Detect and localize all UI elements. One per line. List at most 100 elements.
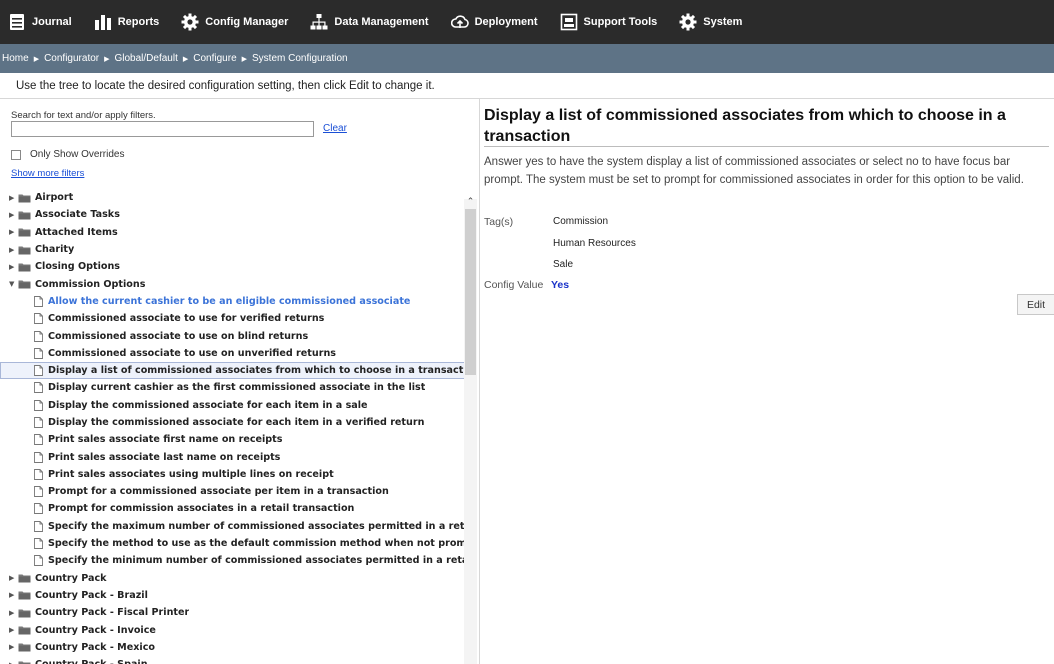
tree-setting-label: Prompt for commission associates in a re… [48,503,355,515]
caret-right-icon[interactable]: ▶ [9,661,18,664]
caret-right-icon[interactable]: ▶ [9,263,18,271]
nav-journal[interactable]: Journal [8,0,72,44]
breadcrumb-home[interactable]: Home [2,53,29,64]
clear-link[interactable]: Clear [323,123,347,134]
document-icon [34,399,43,411]
tree-category-country-pack-fiscal-printer[interactable]: ▶ Country Pack - Fiscal Printer [0,604,477,621]
edit-button[interactable]: Edit [1017,294,1054,315]
caret-right-icon[interactable]: ▶ [9,609,18,617]
tree-category-label: Commission Options [35,278,146,290]
document-icon [34,538,43,550]
tree-category-country-pack-brazil[interactable]: ▶ Country Pack - Brazil [0,587,477,604]
tree-category-label: Country Pack - Brazil [35,589,148,601]
tree-category-closing-options[interactable]: ▶ Closing Options [0,258,477,275]
caret-right-icon[interactable]: ▶ [9,194,18,202]
breadcrumb-global-default[interactable]: Global/Default [115,53,178,64]
caret-right-icon[interactable]: ▶ [9,228,18,236]
search-label: Search for text and/or apply filters. [11,110,156,121]
document-icon [34,503,43,515]
tree-category-country-pack-invoice[interactable]: ▶ Country Pack - Invoice [0,621,477,638]
tree-setting-item[interactable]: Prompt for commission associates in a re… [0,500,477,517]
tag-commission: Commission [553,216,609,227]
tree-category-commission-options[interactable]: ▼ Commission Options [0,275,477,292]
tree-category-label: Country Pack [35,572,107,584]
tree-setting-item[interactable]: Print sales associate last name on recei… [0,448,477,465]
document-icon [34,451,43,463]
tree-setting-item[interactable]: Commissioned associate to use on blind r… [0,327,477,344]
tree-setting-item[interactable]: Print sales associates using multiple li… [0,466,477,483]
folder-icon [18,660,31,664]
nav-config-manager[interactable]: Config Manager [181,0,288,44]
nav-data-management-label: Data Management [334,16,429,28]
caret-right-icon[interactable]: ▶ [9,643,18,651]
nav-support-tools-label: Support Tools [583,16,658,28]
tree-setting-item[interactable]: Display current cashier as the first com… [0,379,477,396]
show-more-filters-link[interactable]: Show more filters [11,168,84,179]
tree-setting-label: Prompt for a commissioned associate per … [48,486,389,498]
nav-data-management[interactable]: Data Management [310,0,429,44]
tree-setting-label: Print sales associate first name on rece… [48,434,283,446]
caret-down-icon[interactable]: ▼ [9,280,18,288]
caret-right-icon[interactable]: ▶ [9,574,18,582]
breadcrumb: Home ▶ Configurator ▶ Global/Default ▶ C… [0,44,1054,73]
nav-deployment[interactable]: Deployment [450,0,538,44]
tree-category-country-pack[interactable]: ▶ Country Pack [0,570,477,587]
document-icon [34,365,43,377]
tree-category-country-pack-mexico[interactable]: ▶ Country Pack - Mexico [0,639,477,656]
caret-right-icon[interactable]: ▶ [9,591,18,599]
journal-icon [8,13,26,31]
tree-setting-item[interactable]: Specify the maximum number of commission… [0,518,477,535]
folder-icon [18,573,31,583]
tags-label: Tag(s) [484,216,514,228]
tree-scrollbar[interactable]: ⌃ [464,196,477,664]
tree-setting-item[interactable]: Specify the minimum number of commission… [0,552,477,569]
folder-icon [18,227,31,237]
scrollbar-thumb[interactable] [465,209,476,375]
nav-reports[interactable]: Reports [94,0,160,44]
caret-right-icon[interactable]: ▶ [9,246,18,254]
folder-icon [18,279,31,289]
hierarchy-icon [310,13,328,31]
tree-category-country-pack-spain[interactable]: ▶ Country Pack - Spain [0,656,477,664]
document-icon [34,295,43,307]
breadcrumb-configurator[interactable]: Configurator [44,53,99,64]
folder-icon [18,625,31,635]
caret-right-icon[interactable]: ▶ [9,626,18,634]
nav-config-manager-label: Config Manager [205,16,289,28]
caret-right-icon[interactable]: ▶ [9,211,18,219]
tree-setting-item[interactable]: Display the commissioned associate for e… [0,397,477,414]
nav-reports-label: Reports [117,16,160,28]
tree-category-charity[interactable]: ▶ Charity [0,241,477,258]
tree-setting-label: Specify the method to use as the default… [48,538,477,550]
tree-category-label: Charity [35,244,75,256]
tree-setting-item[interactable]: Commissioned associate to use on unverif… [0,345,477,362]
nav-journal-label: Journal [32,16,72,28]
only-show-overrides-checkbox[interactable] [11,149,21,160]
tree-setting-item[interactable]: Print sales associate first name on rece… [0,431,477,448]
tree-setting-item[interactable]: Display the commissioned associate for e… [0,414,477,431]
tree-setting-item[interactable]: Prompt for a commissioned associate per … [0,483,477,500]
tree-category-label: Airport [35,192,74,204]
breadcrumb-configure[interactable]: Configure [193,53,236,64]
top-navigation-bar: Journal Reports Config Manager Data Mana… [0,0,1054,44]
tree-category-airport[interactable]: ▶ Airport [0,189,477,206]
tree-category-associate-tasks[interactable]: ▶ Associate Tasks [0,206,477,223]
tree-setting-item[interactable]: Allow the current cashier to be an eligi… [0,293,477,310]
tree-setting-label: Commissioned associate to use on unverif… [48,347,336,359]
config-tree: ▶ Airport ▶ Associate Tasks ▶ Attached Items ▶… [0,189,477,664]
tree-setting-item[interactable]: Commissioned associate to use for verifi… [0,310,477,327]
setting-description: Answer yes to have the system display a … [484,156,1024,186]
config-value-label: Config Value [484,279,544,291]
tree-category-attached-items[interactable]: ▶ Attached Items [0,224,477,241]
document-icon [34,417,43,428]
only-show-overrides-row: Only Show Overrides [11,149,124,160]
tree-setting-item[interactable]: Specify the method to use as the default… [0,535,477,552]
tree-setting-item[interactable]: Display a list of commissioned associate… [0,361,477,380]
tree-setting-label: Display current cashier as the first com… [48,382,426,394]
tag-sale: Sale [553,259,574,270]
nav-system[interactable]: System [679,0,742,44]
title-divider [484,146,1049,147]
scroll-up-arrow-icon[interactable]: ⌃ [464,195,477,207]
search-input[interactable] [11,121,314,137]
nav-support-tools[interactable]: Support Tools [560,0,658,44]
